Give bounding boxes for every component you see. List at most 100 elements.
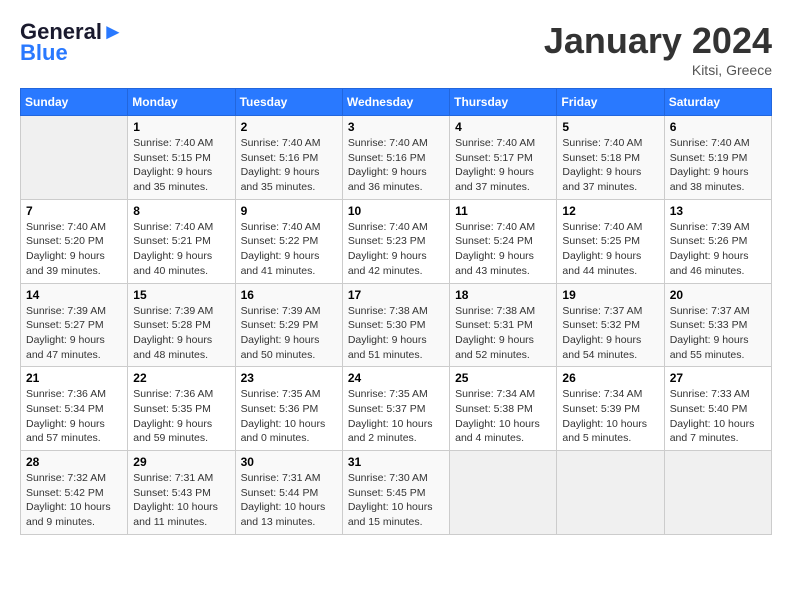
day-info: Sunrise: 7:40 AMSunset: 5:16 PMDaylight:… (241, 136, 337, 195)
week-row-2: 7 Sunrise: 7:40 AMSunset: 5:20 PMDaylight… (21, 199, 772, 283)
day-info: Sunrise: 7:38 AMSunset: 5:30 PMDaylight:… (348, 304, 444, 363)
day-info: Sunrise: 7:31 AMSunset: 5:43 PMDaylight:… (133, 471, 229, 530)
day-info: Sunrise: 7:40 AMSunset: 5:22 PMDaylight:… (241, 220, 337, 279)
day-number: 15 (133, 288, 229, 302)
week-row-4: 21 Sunrise: 7:36 AMSunset: 5:34 PMDayligh… (21, 367, 772, 451)
day-header-tuesday: Tuesday (235, 89, 342, 116)
day-info: Sunrise: 7:39 AMSunset: 5:29 PMDaylight:… (241, 304, 337, 363)
calendar-cell: 9Sunrise: 7:40 AMSunset: 5:22 PMDaylight… (235, 199, 342, 283)
location: Kitsi, Greece (544, 62, 772, 78)
day-number: 13 (670, 204, 766, 218)
header-row: SundayMondayTuesdayWednesdayThursdayFrid… (21, 89, 772, 116)
day-info: Sunrise: 7:40 AMSunset: 5:20 PMDaylight:… (26, 220, 122, 279)
day-info: Sunrise: 7:36 AMSunset: 5:34 PMDaylight:… (26, 387, 122, 446)
calendar-cell: 18 Sunrise: 7:38 AMSunset: 5:31 PMDayligh… (450, 283, 557, 367)
calendar-cell: 15 Sunrise: 7:39 AMSunset: 5:28 PMDayligh… (128, 283, 235, 367)
calendar-cell (557, 451, 664, 535)
day-number: 29 (133, 455, 229, 469)
calendar-cell: 29 Sunrise: 7:31 AMSunset: 5:43 PMDayligh… (128, 451, 235, 535)
calendar-cell: 6 Sunrise: 7:40 AMSunset: 5:19 PMDaylight… (664, 116, 771, 200)
calendar-cell: 5Sunrise: 7:40 AMSunset: 5:18 PMDaylight… (557, 116, 664, 200)
page-header: General► Blue January 2024 Kitsi, Greece (20, 20, 772, 78)
day-header-thursday: Thursday (450, 89, 557, 116)
day-info: Sunrise: 7:40 AMSunset: 5:23 PMDaylight:… (348, 220, 444, 279)
day-number: 21 (26, 371, 122, 385)
calendar-cell: 2 Sunrise: 7:40 AMSunset: 5:16 PMDaylight… (235, 116, 342, 200)
day-number: 6 (670, 120, 766, 134)
day-number: 28 (26, 455, 122, 469)
day-number: 7 (26, 204, 122, 218)
calendar-cell: 14Sunrise: 7:39 AMSunset: 5:27 PMDayligh… (21, 283, 128, 367)
calendar-cell: 8Sunrise: 7:40 AMSunset: 5:21 PMDaylight… (128, 199, 235, 283)
calendar-cell: 17 Sunrise: 7:38 AMSunset: 5:30 PMDayligh… (342, 283, 449, 367)
day-number: 26 (562, 371, 658, 385)
day-info: Sunrise: 7:34 AMSunset: 5:39 PMDaylight:… (562, 387, 658, 446)
day-info: Sunrise: 7:33 AMSunset: 5:40 PMDaylight:… (670, 387, 766, 446)
day-number: 3 (348, 120, 444, 134)
day-info: Sunrise: 7:40 AMSunset: 5:15 PMDaylight:… (133, 136, 229, 195)
calendar-cell: 13 Sunrise: 7:39 AMSunset: 5:26 PMDayligh… (664, 199, 771, 283)
day-info: Sunrise: 7:36 AMSunset: 5:35 PMDaylight:… (133, 387, 229, 446)
day-header-saturday: Saturday (664, 89, 771, 116)
day-header-wednesday: Wednesday (342, 89, 449, 116)
calendar-cell: 19 Sunrise: 7:37 AMSunset: 5:32 PMDayligh… (557, 283, 664, 367)
day-number: 24 (348, 371, 444, 385)
calendar-cell: 25 Sunrise: 7:34 AMSunset: 5:38 PMDayligh… (450, 367, 557, 451)
day-number: 12 (562, 204, 658, 218)
day-info: Sunrise: 7:31 AMSunset: 5:44 PMDaylight:… (241, 471, 337, 530)
day-number: 23 (241, 371, 337, 385)
day-number: 25 (455, 371, 551, 385)
day-info: Sunrise: 7:37 AMSunset: 5:33 PMDaylight:… (670, 304, 766, 363)
day-info: Sunrise: 7:40 AMSunset: 5:17 PMDaylight:… (455, 136, 551, 195)
calendar-cell: 10 Sunrise: 7:40 AMSunset: 5:23 PMDayligh… (342, 199, 449, 283)
day-number: 17 (348, 288, 444, 302)
month-title: January 2024 (544, 20, 772, 62)
calendar-cell (450, 451, 557, 535)
calendar-cell: 27 Sunrise: 7:33 AMSunset: 5:40 PMDayligh… (664, 367, 771, 451)
day-info: Sunrise: 7:39 AMSunset: 5:26 PMDaylight:… (670, 220, 766, 279)
week-row-5: 28 Sunrise: 7:32 AMSunset: 5:42 PMDayligh… (21, 451, 772, 535)
day-info: Sunrise: 7:34 AMSunset: 5:38 PMDaylight:… (455, 387, 551, 446)
day-info: Sunrise: 7:40 AMSunset: 5:21 PMDaylight:… (133, 220, 229, 279)
day-number: 1 (133, 120, 229, 134)
calendar-cell (664, 451, 771, 535)
week-row-3: 14Sunrise: 7:39 AMSunset: 5:27 PMDayligh… (21, 283, 772, 367)
day-info: Sunrise: 7:37 AMSunset: 5:32 PMDaylight:… (562, 304, 658, 363)
day-number: 30 (241, 455, 337, 469)
day-number: 10 (348, 204, 444, 218)
day-number: 4 (455, 120, 551, 134)
day-info: Sunrise: 7:35 AMSunset: 5:37 PMDaylight:… (348, 387, 444, 446)
day-number: 27 (670, 371, 766, 385)
day-number: 18 (455, 288, 551, 302)
calendar-cell: 23 Sunrise: 7:35 AMSunset: 5:36 PMDayligh… (235, 367, 342, 451)
calendar-cell: 3Sunrise: 7:40 AMSunset: 5:16 PMDaylight… (342, 116, 449, 200)
calendar-cell: 24 Sunrise: 7:35 AMSunset: 5:37 PMDayligh… (342, 367, 449, 451)
calendar-cell (21, 116, 128, 200)
day-number: 2 (241, 120, 337, 134)
logo: General► Blue (20, 20, 124, 66)
calendar-table: SundayMondayTuesdayWednesdayThursdayFrid… (20, 88, 772, 535)
day-info: Sunrise: 7:40 AMSunset: 5:25 PMDaylight:… (562, 220, 658, 279)
day-info: Sunrise: 7:32 AMSunset: 5:42 PMDaylight:… (26, 471, 122, 530)
day-number: 31 (348, 455, 444, 469)
calendar-cell: 31 Sunrise: 7:30 AMSunset: 5:45 PMDayligh… (342, 451, 449, 535)
calendar-cell: 30 Sunrise: 7:31 AMSunset: 5:44 PMDayligh… (235, 451, 342, 535)
day-info: Sunrise: 7:39 AMSunset: 5:28 PMDaylight:… (133, 304, 229, 363)
day-info: Sunrise: 7:40 AMSunset: 5:19 PMDaylight:… (670, 136, 766, 195)
day-number: 11 (455, 204, 551, 218)
calendar-cell: 1 Sunrise: 7:40 AMSunset: 5:15 PMDaylight… (128, 116, 235, 200)
calendar-cell: 4 Sunrise: 7:40 AMSunset: 5:17 PMDaylight… (450, 116, 557, 200)
calendar-cell: 22 Sunrise: 7:36 AMSunset: 5:35 PMDayligh… (128, 367, 235, 451)
day-info: Sunrise: 7:38 AMSunset: 5:31 PMDaylight:… (455, 304, 551, 363)
day-header-sunday: Sunday (21, 89, 128, 116)
day-number: 22 (133, 371, 229, 385)
day-info: Sunrise: 7:40 AMSunset: 5:24 PMDaylight:… (455, 220, 551, 279)
calendar-cell: 7 Sunrise: 7:40 AMSunset: 5:20 PMDaylight… (21, 199, 128, 283)
calendar-cell: 16 Sunrise: 7:39 AMSunset: 5:29 PMDayligh… (235, 283, 342, 367)
calendar-cell: 28 Sunrise: 7:32 AMSunset: 5:42 PMDayligh… (21, 451, 128, 535)
calendar-cell: 26 Sunrise: 7:34 AMSunset: 5:39 PMDayligh… (557, 367, 664, 451)
day-info: Sunrise: 7:30 AMSunset: 5:45 PMDaylight:… (348, 471, 444, 530)
day-info: Sunrise: 7:35 AMSunset: 5:36 PMDaylight:… (241, 387, 337, 446)
day-number: 19 (562, 288, 658, 302)
day-number: 16 (241, 288, 337, 302)
